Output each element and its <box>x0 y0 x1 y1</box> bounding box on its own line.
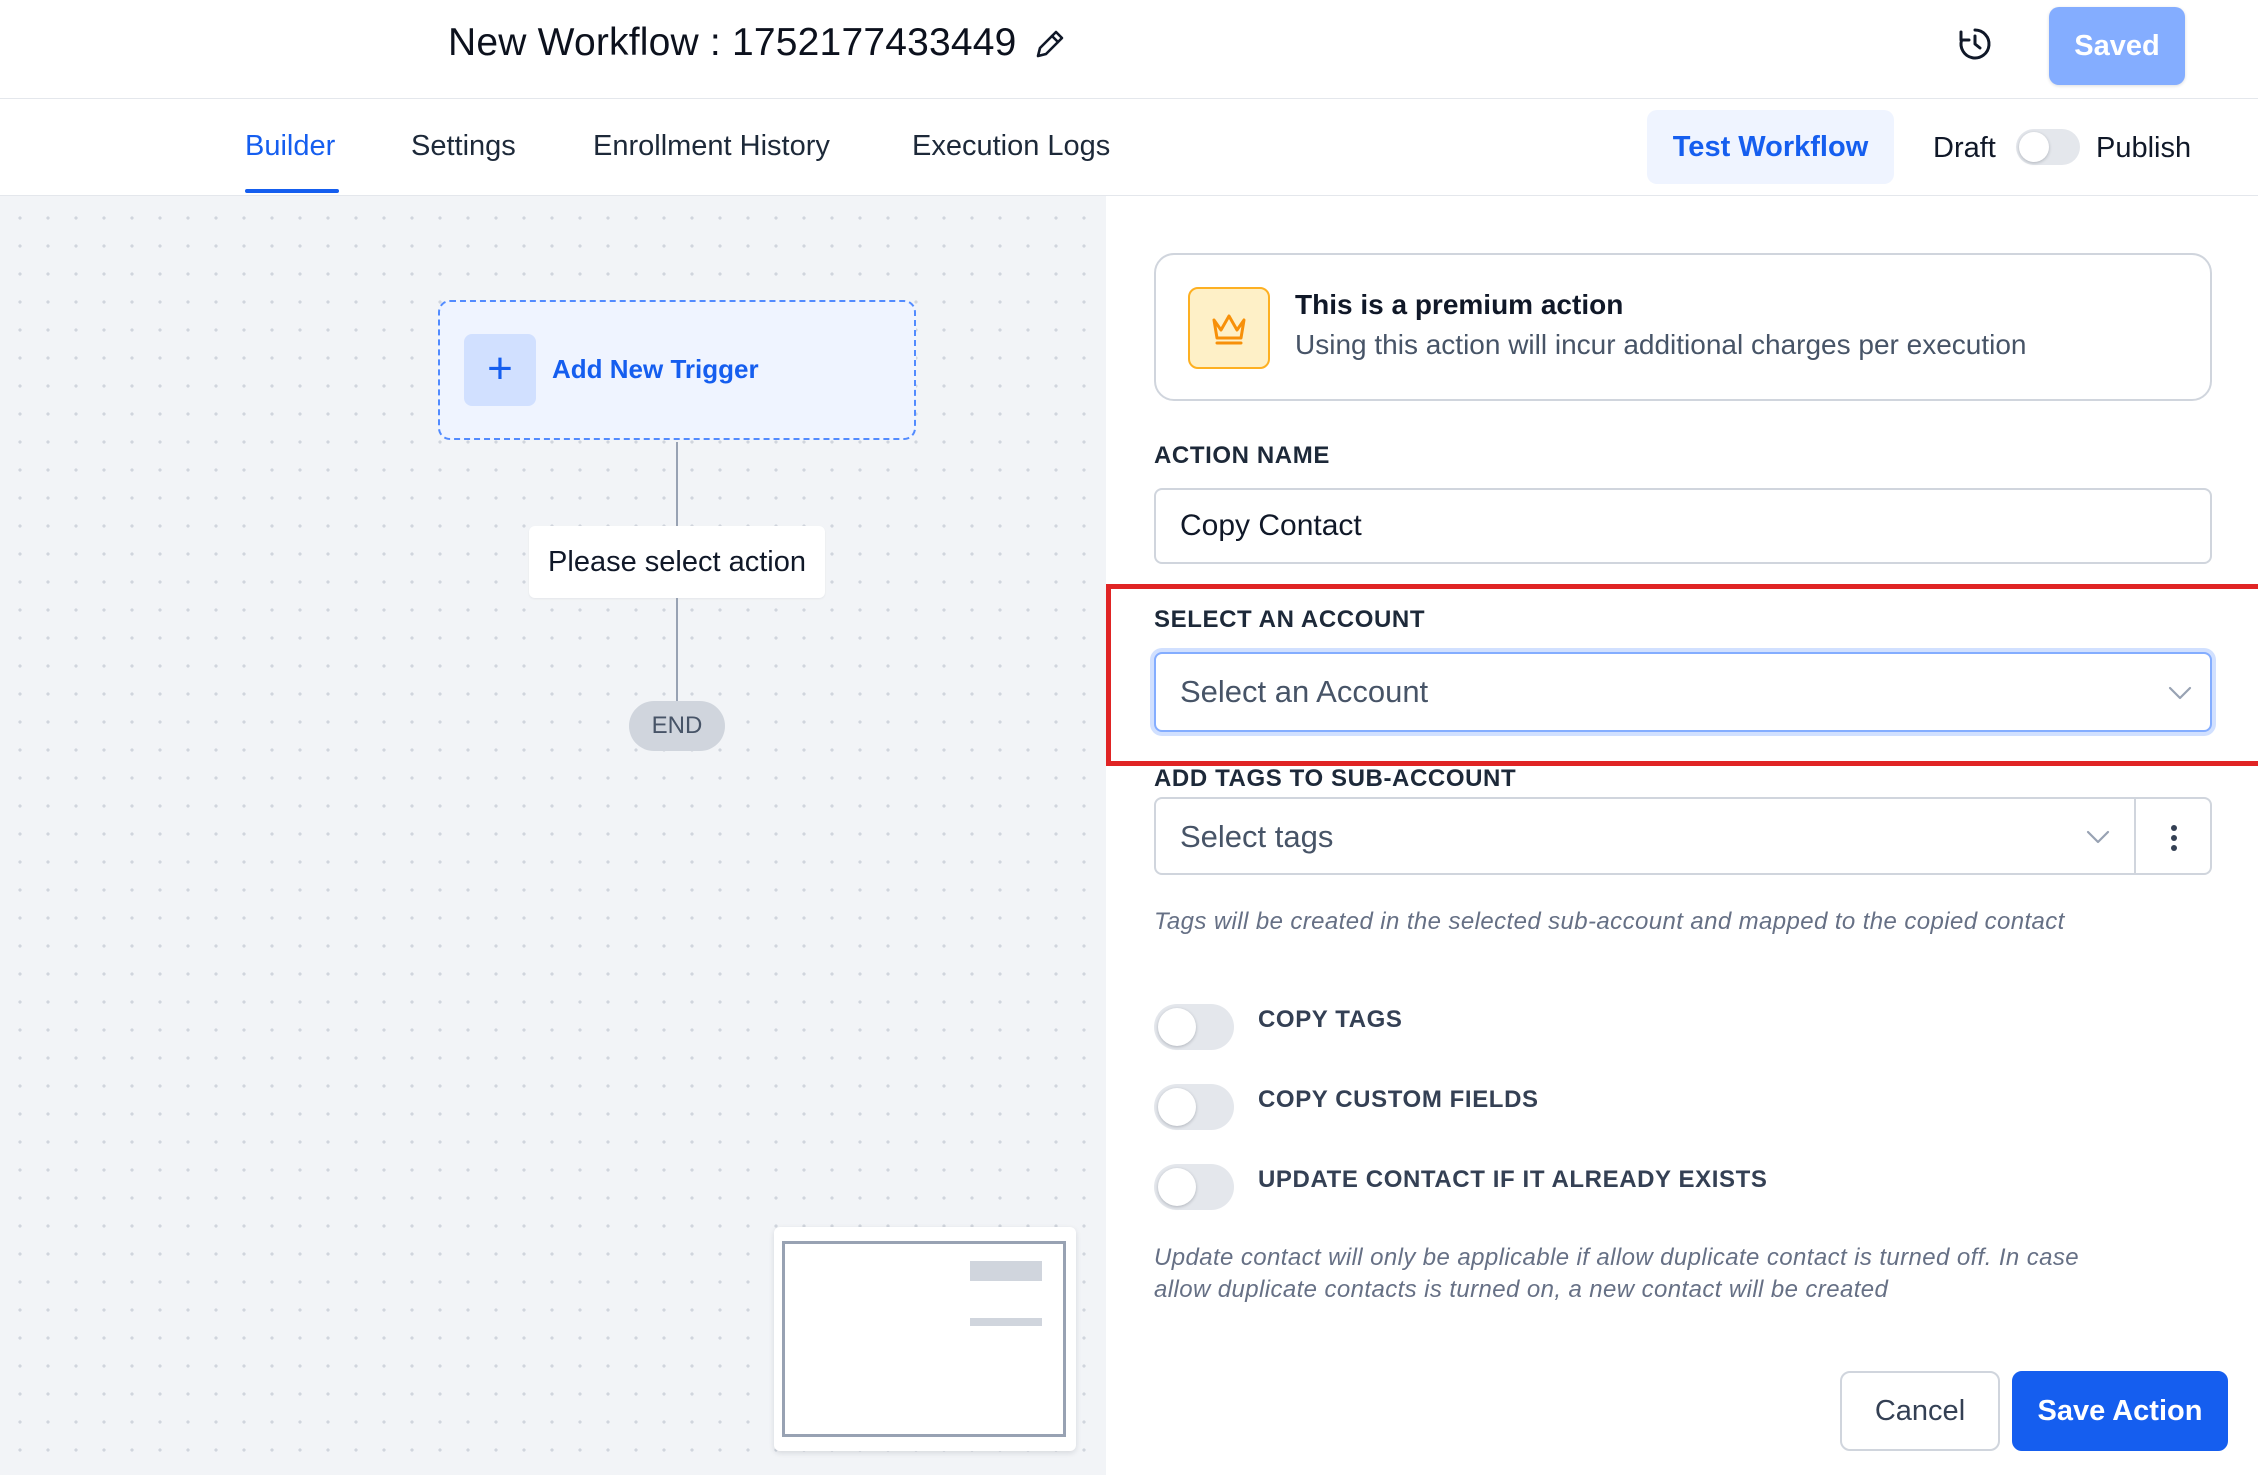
tags-more-button[interactable] <box>2134 797 2212 875</box>
minimap-viewport[interactable] <box>782 1241 1066 1437</box>
premium-title: This is a premium action <box>1295 289 1624 320</box>
copy-custom-fields-toggle[interactable] <box>1154 1084 1234 1130</box>
plus-icon: + <box>464 334 536 406</box>
draft-label: Draft <box>1933 132 1996 164</box>
publish-label: Publish <box>2096 132 2192 164</box>
chevron-down-icon <box>2168 686 2192 700</box>
toggle-knob <box>2019 132 2049 162</box>
top-header: New Workflow : 1752177433449 Saved <box>0 0 2258 99</box>
active-tab-indicator <box>245 189 339 193</box>
tab-enrollment-history[interactable]: Enrollment History <box>593 127 830 165</box>
copy-tags-toggle[interactable] <box>1154 1004 1234 1050</box>
tags-select-placeholder: Select tags <box>1180 819 1334 854</box>
tab-builder[interactable]: Builder <box>245 127 335 165</box>
update-contact-help-line1: Update contact will only be applicable i… <box>1154 1244 2080 1271</box>
tab-execution-logs[interactable]: Execution Logs <box>912 127 1110 165</box>
connector-line <box>676 598 678 701</box>
more-vertical-icon <box>2171 825 2177 851</box>
toggle-knob <box>1158 1008 1196 1046</box>
minimap-node <box>970 1318 1042 1326</box>
publish-toggle[interactable] <box>2016 129 2080 165</box>
chevron-down-icon <box>2086 830 2110 844</box>
premium-description: Using this action will incur additional … <box>1295 329 2027 360</box>
copy-tags-label: COPY TAGS <box>1258 1006 1403 1033</box>
action-name-label: ACTION NAME <box>1154 442 1330 469</box>
account-select[interactable]: Select an Account <box>1154 652 2212 732</box>
update-contact-toggle[interactable] <box>1154 1164 1234 1210</box>
premium-action-notice: This is a premium action Using this acti… <box>1154 253 2212 401</box>
minimap[interactable] <box>774 1227 1076 1451</box>
pencil-icon[interactable] <box>1030 24 1070 64</box>
action-config-panel: This is a premium action Using this acti… <box>1106 196 2258 1475</box>
minimap-node <box>970 1261 1042 1281</box>
add-tags-label: ADD TAGS TO SUB-ACCOUNT <box>1154 765 1517 792</box>
tab-settings[interactable]: Settings <box>411 127 516 165</box>
toggle-knob <box>1158 1088 1196 1126</box>
saved-button[interactable]: Saved <box>2049 7 2185 85</box>
workflow-canvas[interactable]: + Add New Trigger Please select action E… <box>0 196 1106 1475</box>
select-account-label: SELECT AN ACCOUNT <box>1154 606 1426 633</box>
workflow-title: New Workflow : 1752177433449 <box>448 21 1017 64</box>
add-trigger-label: Add New Trigger <box>552 354 759 384</box>
toggle-knob <box>1158 1168 1196 1206</box>
update-contact-label: UPDATE CONTACT IF IT ALREADY EXISTS <box>1258 1166 1768 1193</box>
history-icon[interactable] <box>1953 22 1997 66</box>
tags-help-text: Tags will be created in the selected sub… <box>1154 908 2065 935</box>
cancel-button[interactable]: Cancel <box>1840 1371 2000 1451</box>
end-node: END <box>629 701 725 751</box>
crown-icon <box>1188 287 1270 369</box>
action-name-input[interactable] <box>1154 488 2212 564</box>
account-select-placeholder: Select an Account <box>1180 674 1429 709</box>
tabs-bar: Builder Settings Enrollment History Exec… <box>0 99 2258 196</box>
update-contact-help-line2: allow duplicate contacts is turned on, a… <box>1154 1276 1889 1303</box>
select-action-node[interactable]: Please select action <box>529 526 825 598</box>
test-workflow-button[interactable]: Test Workflow <box>1647 110 1894 184</box>
connector-line <box>676 442 678 526</box>
tags-select[interactable]: Select tags <box>1154 797 2138 875</box>
save-action-button[interactable]: Save Action <box>2012 1371 2228 1451</box>
add-trigger-card[interactable]: + Add New Trigger <box>438 300 916 440</box>
copy-custom-fields-label: COPY CUSTOM FIELDS <box>1258 1086 1539 1113</box>
